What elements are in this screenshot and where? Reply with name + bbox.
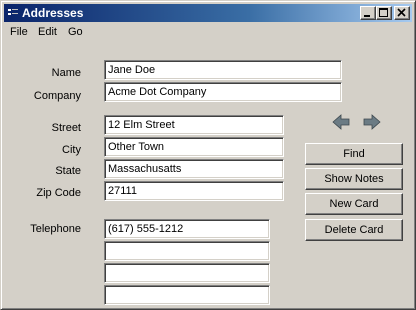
name-label: Name	[51, 67, 81, 79]
close-button[interactable]	[394, 6, 410, 20]
find-button[interactable]: Find	[305, 143, 403, 165]
delete-card-button[interactable]: Delete Card	[305, 219, 403, 241]
close-icon	[397, 8, 406, 17]
zip-label: Zip Code	[36, 187, 81, 199]
telephone-label: Telephone	[30, 223, 81, 235]
zip-field[interactable]: 27111	[104, 181, 284, 201]
arrow-right-icon	[363, 114, 381, 130]
maximize-icon	[379, 8, 388, 17]
menu-bar: File Edit Go	[4, 23, 412, 41]
menu-file[interactable]: File	[8, 25, 30, 39]
window-title: Addresses	[22, 6, 84, 20]
previous-card-button[interactable]	[332, 114, 350, 130]
minimize-icon	[364, 15, 370, 17]
minimize-button[interactable]	[360, 6, 376, 20]
arrow-left-icon	[332, 114, 350, 130]
menu-edit[interactable]: Edit	[36, 25, 59, 39]
state-field[interactable]: Massachusatts	[104, 159, 284, 179]
company-field[interactable]: Acme Dot Company	[104, 82, 342, 102]
show-notes-button[interactable]: Show Notes	[305, 168, 403, 190]
telephone-field-4[interactable]	[104, 285, 270, 305]
telephone-field-2[interactable]	[104, 241, 270, 261]
city-label: City	[62, 144, 81, 156]
next-card-button[interactable]	[363, 114, 381, 130]
telephone-field-3[interactable]	[104, 263, 270, 283]
state-label: State	[55, 165, 81, 177]
menu-go[interactable]: Go	[66, 25, 85, 39]
app-icon	[6, 6, 20, 20]
new-card-button[interactable]: New Card	[305, 193, 403, 215]
street-label: Street	[51, 122, 81, 134]
addresses-window: Addresses File Edit Go Name Jane Doe Com…	[0, 0, 416, 310]
company-label: Company	[33, 90, 81, 102]
street-field[interactable]: 12 Elm Street	[104, 115, 284, 135]
title-bar[interactable]: Addresses	[4, 4, 412, 22]
city-field[interactable]: Other Town	[104, 137, 284, 157]
telephone-field-1[interactable]: (617) 555-1212	[104, 219, 270, 239]
name-field[interactable]: Jane Doe	[104, 60, 342, 80]
maximize-button[interactable]	[376, 6, 392, 20]
